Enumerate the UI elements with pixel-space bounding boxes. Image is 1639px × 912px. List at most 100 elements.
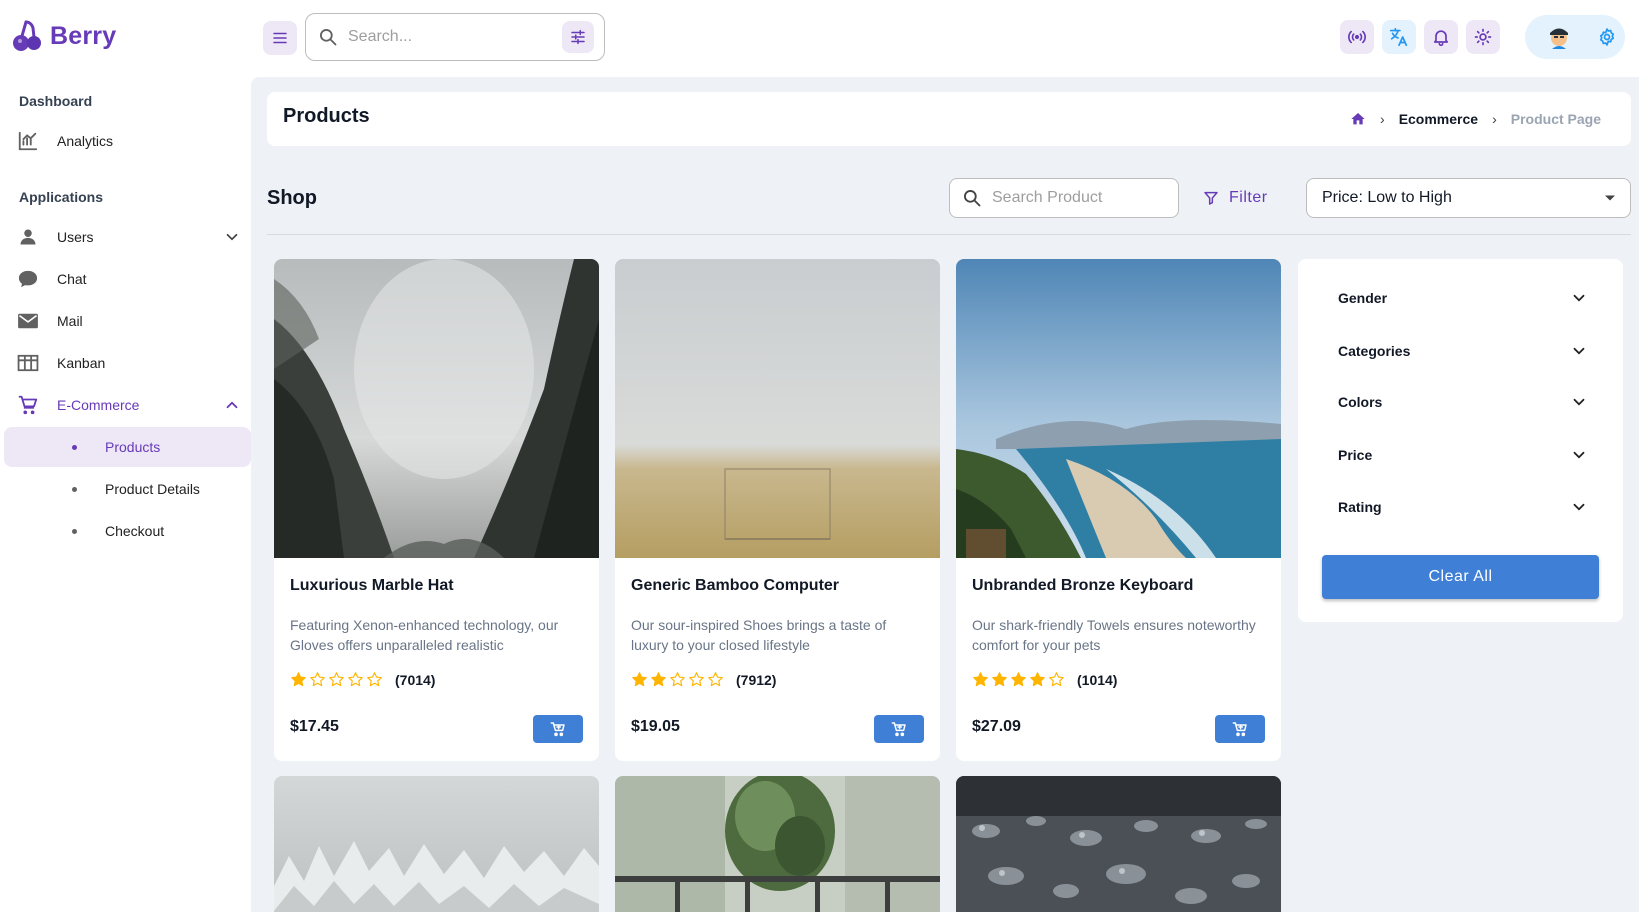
filter-section-colors[interactable]: Colors bbox=[1338, 393, 1588, 411]
product-image[interactable] bbox=[615, 259, 940, 558]
chart-icon bbox=[4, 130, 52, 152]
app-header: Berry Search... bbox=[0, 0, 1639, 77]
search-options-button[interactable] bbox=[562, 21, 594, 53]
review-count: (7014) bbox=[395, 671, 436, 688]
sidebar-item-kanban[interactable]: Kanban bbox=[4, 343, 251, 383]
menu-icon bbox=[273, 32, 287, 44]
user-icon bbox=[4, 227, 52, 247]
sidebar-label-checkout: Checkout bbox=[105, 523, 165, 539]
filter-label-colors: Colors bbox=[1338, 394, 1383, 410]
avatar[interactable] bbox=[1543, 21, 1575, 53]
filter-section-categories[interactable]: Categories bbox=[1338, 342, 1588, 360]
sidebar-label-users: Users bbox=[57, 229, 94, 245]
product-image[interactable] bbox=[274, 776, 599, 912]
bullet-icon bbox=[72, 486, 77, 492]
product-price: $19.05 bbox=[631, 718, 680, 735]
chevron-down-icon bbox=[1573, 503, 1585, 511]
clear-all-button[interactable]: Clear All bbox=[1322, 555, 1599, 599]
filter-section-price[interactable]: Price bbox=[1338, 446, 1588, 464]
product-description: Our sour-inspired Shoes brings a taste o… bbox=[631, 617, 887, 653]
product-card[interactable]: Luxurious Marble Hat Featuring Xenon-enh… bbox=[274, 259, 599, 761]
star-filled-icon bbox=[973, 672, 988, 687]
sidebar-item-analytics[interactable]: Analytics bbox=[4, 121, 251, 161]
add-cart-icon bbox=[1232, 722, 1247, 737]
product-card[interactable] bbox=[615, 776, 940, 912]
star-empty-icon bbox=[1049, 672, 1064, 687]
chevron-down-icon bbox=[1573, 347, 1585, 355]
product-image[interactable] bbox=[956, 259, 1281, 558]
logo[interactable]: Berry bbox=[12, 18, 116, 54]
star-empty-icon bbox=[329, 672, 344, 687]
filter-panel: Gender Categories Colors Price Rating Cl… bbox=[1298, 259, 1623, 622]
sidebar-item-users[interactable]: Users bbox=[4, 217, 251, 257]
mail-icon bbox=[4, 312, 52, 330]
breadcrumb-bar: Products › Ecommerce › Product Page bbox=[267, 92, 1631, 146]
broadcast-icon bbox=[1348, 30, 1366, 44]
filter-section-rating[interactable]: Rating bbox=[1338, 498, 1588, 516]
breadcrumb: › Ecommerce › Product Page bbox=[1350, 111, 1601, 127]
sidebar-item-ecommerce[interactable]: E-Commerce bbox=[4, 385, 251, 425]
sidebar-item-mail[interactable]: Mail bbox=[4, 301, 251, 341]
shop-title: Shop bbox=[267, 187, 317, 209]
star-empty-icon bbox=[670, 672, 685, 687]
review-count: (1014) bbox=[1077, 671, 1118, 688]
sidebar-item-chat[interactable]: Chat bbox=[4, 259, 251, 299]
dropdown-arrow-icon bbox=[1605, 195, 1615, 201]
add-to-cart-button[interactable] bbox=[533, 715, 583, 743]
breadcrumb-separator-icon: › bbox=[1492, 111, 1497, 127]
product-name[interactable]: Generic Bamboo Computer bbox=[631, 577, 839, 595]
sort-select[interactable]: Price: Low to High bbox=[1306, 178, 1631, 218]
review-count: (7912) bbox=[736, 671, 777, 688]
product-card[interactable] bbox=[956, 776, 1281, 912]
product-description: Featuring Xenon-enhanced technology, our… bbox=[290, 617, 559, 653]
language-button[interactable] bbox=[1382, 20, 1416, 54]
filter-icon bbox=[1204, 191, 1218, 205]
star-empty-icon bbox=[310, 672, 325, 687]
sidebar-subitem-checkout[interactable]: Checkout bbox=[4, 511, 251, 551]
live-button[interactable] bbox=[1340, 20, 1374, 54]
chevron-down-icon bbox=[223, 228, 241, 246]
chevron-up-icon bbox=[223, 396, 241, 414]
product-card[interactable]: Generic Bamboo Computer Our sour-inspire… bbox=[615, 259, 940, 761]
star-filled-icon bbox=[651, 672, 666, 687]
chevron-down-icon bbox=[1573, 294, 1585, 302]
product-name[interactable]: Luxurious Marble Hat bbox=[290, 577, 454, 595]
add-to-cart-button[interactable] bbox=[874, 715, 924, 743]
page-title: Products bbox=[283, 105, 370, 127]
divider bbox=[267, 234, 1631, 235]
product-image[interactable] bbox=[615, 776, 940, 912]
filter-section-gender[interactable]: Gender bbox=[1338, 289, 1588, 307]
product-image[interactable] bbox=[274, 259, 599, 558]
main-content: Products › Ecommerce › Product Page Shop… bbox=[251, 77, 1639, 912]
menu-toggle-button[interactable] bbox=[263, 21, 297, 55]
bullet-icon bbox=[72, 528, 77, 534]
product-card[interactable] bbox=[274, 776, 599, 912]
filter-button[interactable]: Filter bbox=[1203, 178, 1268, 218]
chevron-down-icon bbox=[1573, 451, 1585, 459]
berry-logo-icon bbox=[13, 20, 41, 51]
chat-icon bbox=[4, 269, 52, 289]
chevron-down-icon bbox=[1573, 398, 1585, 406]
filter-label-rating: Rating bbox=[1338, 499, 1382, 515]
product-image[interactable] bbox=[956, 776, 1281, 912]
sidebar-subitem-product-details[interactable]: Product Details bbox=[4, 469, 251, 509]
theme-toggle-button[interactable] bbox=[1466, 20, 1500, 54]
star-empty-icon bbox=[348, 672, 363, 687]
profile-button[interactable] bbox=[1525, 15, 1625, 59]
global-search-input[interactable]: Search... bbox=[305, 13, 605, 61]
breadcrumb-ecommerce-link[interactable]: Ecommerce bbox=[1399, 111, 1478, 127]
add-to-cart-button[interactable] bbox=[1215, 715, 1265, 743]
sidebar-subitem-products[interactable]: Products bbox=[4, 427, 251, 467]
product-card[interactable]: Unbranded Bronze Keyboard Our shark-frie… bbox=[956, 259, 1281, 761]
star-empty-icon bbox=[689, 672, 704, 687]
nav-caption-applications: Applications bbox=[19, 189, 104, 205]
sidebar-label-ecommerce: E-Commerce bbox=[57, 397, 140, 413]
notifications-button[interactable] bbox=[1424, 20, 1458, 54]
product-search-input[interactable]: Search Product bbox=[949, 178, 1179, 218]
gear-icon[interactable] bbox=[1597, 27, 1617, 47]
product-name[interactable]: Unbranded Bronze Keyboard bbox=[972, 577, 1193, 595]
product-rating: (7912) bbox=[631, 671, 776, 688]
product-description: Our shark-friendly Towels ensures notewo… bbox=[972, 617, 1256, 653]
sidebar-label-product-details: Product Details bbox=[105, 481, 200, 497]
home-icon[interactable] bbox=[1350, 111, 1366, 127]
